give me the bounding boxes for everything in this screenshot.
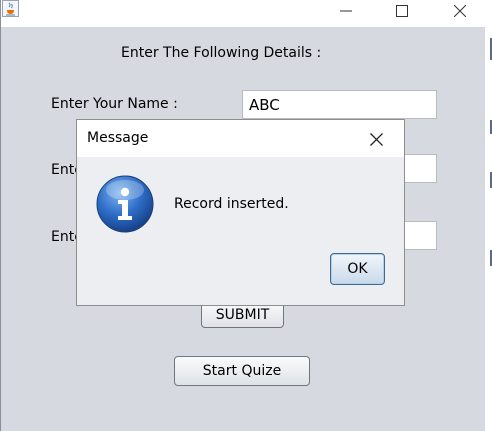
maximize-button[interactable] [379,0,425,22]
window-right-edge [485,0,492,431]
dialog-message: Record inserted. [174,196,289,212]
minimize-icon [340,10,352,12]
name-field[interactable]: ABC [242,90,437,119]
dialog-close-button[interactable] [363,126,389,152]
window-titlebar [1,0,486,27]
dialog-title: Message [87,130,149,146]
message-dialog: Message Record inserted. OK [76,119,405,306]
close-icon [454,5,466,17]
dialog-titlebar: Message [77,120,404,157]
window-close-button[interactable] [437,0,483,22]
minimize-button[interactable] [323,0,369,22]
form-heading: Enter The Following Details : [121,45,322,61]
java-cup-icon[interactable] [2,0,19,17]
maximize-icon [396,5,408,17]
name-label: Enter Your Name : [51,96,178,112]
close-icon [369,132,383,146]
start-quiz-button[interactable]: Start Quize [174,356,310,386]
info-icon [96,175,154,233]
ok-button[interactable]: OK [330,253,385,285]
